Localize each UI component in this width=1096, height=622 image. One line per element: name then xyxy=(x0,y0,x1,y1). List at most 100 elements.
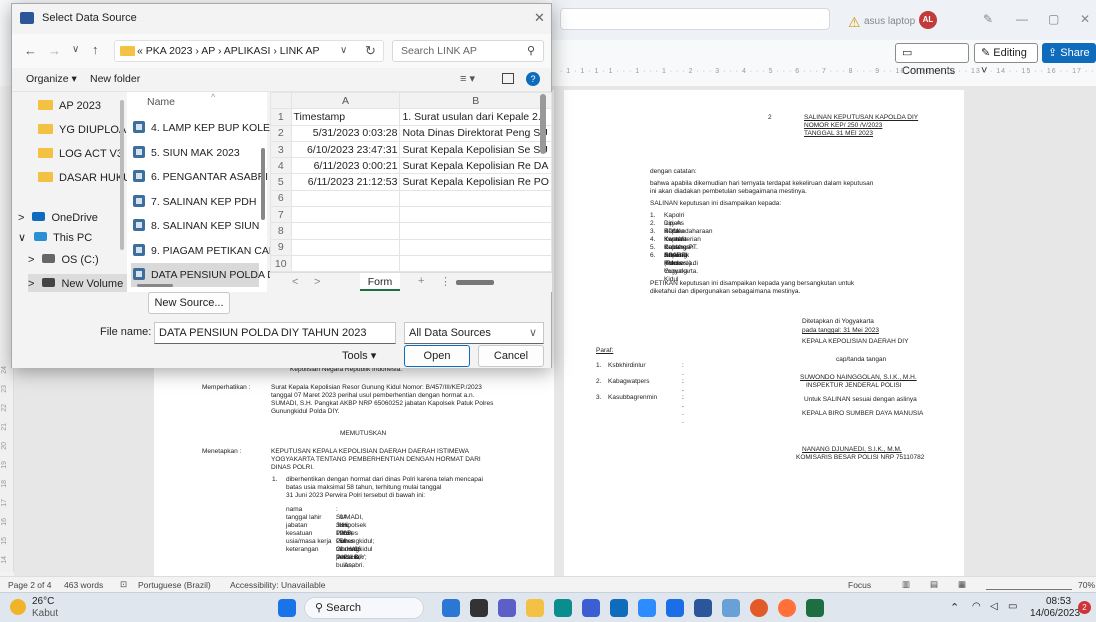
file-item[interactable]: 6. PENGANTAR ASABRI xyxy=(133,165,268,189)
bing-icon[interactable] xyxy=(442,599,460,617)
tray-chevron-icon[interactable]: ⌃ xyxy=(950,601,959,614)
more-icon[interactable]: ⋮ xyxy=(440,275,451,288)
word-search-bar[interactable] xyxy=(560,8,830,30)
file-item[interactable]: 5. SIUN MAK 2023 xyxy=(133,141,240,165)
prev-sheet-icon[interactable]: < xyxy=(292,276,298,288)
language[interactable]: Portuguese (Brazil) xyxy=(138,580,211,590)
cell[interactable] xyxy=(399,222,552,240)
row-header[interactable]: 6 xyxy=(270,189,292,208)
store-icon[interactable] xyxy=(610,599,628,617)
page-count[interactable]: Page 2 of 4 xyxy=(8,580,51,590)
cell[interactable] xyxy=(290,206,401,224)
select-all-corner[interactable] xyxy=(270,91,292,110)
close-icon[interactable]: ✕ xyxy=(534,10,545,26)
preview-pane-icon[interactable] xyxy=(502,73,514,84)
cell[interactable] xyxy=(290,254,401,273)
clock-date[interactable]: 14/06/2023 xyxy=(1030,608,1080,619)
chevron-icon[interactable]: ∨ xyxy=(18,232,26,244)
cell[interactable]: Timestamp xyxy=(290,108,401,126)
nav-tree-item[interactable]: > New Volume (I xyxy=(28,274,140,294)
warning-icon[interactable]: ⚠ xyxy=(848,14,861,31)
row-header[interactable]: 1 xyxy=(270,108,292,126)
web-layout-icon[interactable]: ▦ xyxy=(958,579,966,590)
forward-icon[interactable]: → xyxy=(48,43,61,58)
file-hscrollbar[interactable] xyxy=(137,284,173,287)
weather-text[interactable]: Kabut xyxy=(32,608,58,619)
help-icon[interactable]: ? xyxy=(526,72,540,86)
cell[interactable]: Nota Dinas Direktorat Peng SU xyxy=(399,124,552,142)
wifi-icon[interactable]: ◠ xyxy=(972,601,981,612)
windows-start-icon[interactable] xyxy=(278,599,296,617)
notification-badge[interactable]: 2 xyxy=(1078,601,1091,614)
chrome-icon[interactable] xyxy=(750,599,768,617)
comments-button[interactable]: ▭ Comments xyxy=(895,43,969,77)
word-count[interactable]: 463 words xyxy=(64,580,103,590)
temperature[interactable]: 26°C xyxy=(32,596,54,607)
zoom-icon[interactable] xyxy=(638,599,656,617)
back-icon[interactable]: ← xyxy=(24,43,37,58)
edge-icon[interactable] xyxy=(554,599,572,617)
messenger-icon[interactable] xyxy=(666,599,684,617)
weather-icon[interactable] xyxy=(10,599,26,615)
next-sheet-icon[interactable]: > xyxy=(314,276,320,288)
row-header[interactable]: 8 xyxy=(270,222,292,240)
close-word-button[interactable]: ✕ xyxy=(1080,12,1090,26)
cell[interactable] xyxy=(290,238,401,256)
print-layout-icon[interactable]: ▤ xyxy=(930,579,938,590)
nav-folder-item[interactable]: AP 2023 xyxy=(38,96,101,116)
cell[interactable]: 1. Surat usulan dari Kepale 2. I xyxy=(399,108,552,126)
address-bar[interactable]: « PKA 2023 › AP › APLIKASI › LINK AP ∨ ↻ xyxy=(114,40,384,62)
row-header[interactable]: 3 xyxy=(270,140,292,159)
chevron-icon[interactable]: > xyxy=(28,278,34,290)
name-column-header[interactable]: Name xyxy=(147,96,175,108)
nav-scrollbar[interactable] xyxy=(120,100,124,250)
cell[interactable]: 6/10/2023 23:47:31 xyxy=(290,140,401,159)
sheet-scrollbar[interactable] xyxy=(540,94,546,154)
nav-tree-item[interactable]: > OS (C:) xyxy=(28,250,99,270)
photos-icon[interactable] xyxy=(582,599,600,617)
nav-tree-item[interactable]: > OneDrive xyxy=(18,208,98,228)
cell[interactable]: 6/11/2023 21:12:53 xyxy=(290,173,401,191)
cell[interactable] xyxy=(290,189,401,208)
cell[interactable]: Surat Kepala Kepolisian Re DA xyxy=(399,157,552,175)
file-item[interactable]: 9. PIAGAM PETIKAN CANON xyxy=(133,239,292,263)
refresh-icon[interactable]: ↻ xyxy=(365,43,376,59)
editing-button[interactable]: ✎ Editing ˅ xyxy=(974,43,1038,77)
breadcrumb[interactable]: « PKA 2023 › AP › APLIKASI › LINK AP xyxy=(137,45,320,57)
chevron-icon[interactable]: > xyxy=(18,212,24,224)
cell[interactable] xyxy=(399,254,552,273)
row-header[interactable]: 5 xyxy=(270,173,292,191)
document-page-right[interactable]: 2 SALINAN KEPUTUSAN KAPOLDA DIY NOMOR KE… xyxy=(564,90,964,576)
organize-button[interactable]: Organize ▾ xyxy=(26,73,77,85)
volume-icon[interactable]: ◁ xyxy=(990,601,998,612)
zoom-level[interactable]: 70% xyxy=(1078,580,1095,590)
proofing-icon[interactable]: ⊡ xyxy=(120,579,127,590)
cancel-button[interactable]: Cancel xyxy=(478,345,544,367)
nav-folder-item[interactable]: LOG ACT V3 xyxy=(38,144,123,164)
chevron-down-icon[interactable]: ∨ xyxy=(340,45,347,56)
teams-icon[interactable] xyxy=(498,599,516,617)
column-header[interactable]: B xyxy=(399,91,552,110)
network-app-icon[interactable] xyxy=(722,599,740,617)
pen-icon[interactable]: ✎ xyxy=(983,12,993,26)
taskview-icon[interactable] xyxy=(470,599,488,617)
sheet-hscroll[interactable] xyxy=(456,280,494,285)
column-header[interactable]: A xyxy=(290,91,401,110)
row-header[interactable]: 9 xyxy=(270,238,292,256)
cell[interactable]: 6/11/2023 0:00:21 xyxy=(290,157,401,175)
taskbar-search[interactable]: ⚲ Search xyxy=(304,597,424,619)
new-source-button[interactable]: New Source... xyxy=(148,292,230,314)
recent-dropdown-icon[interactable]: ∨ xyxy=(72,44,79,55)
view-menu-icon[interactable]: ≡ ▾ xyxy=(460,72,475,85)
file-scrollbar[interactable] xyxy=(261,148,265,220)
cell[interactable]: Surat Kepala Kepolisian Re PO xyxy=(399,173,552,191)
minimize-button[interactable]: — xyxy=(1016,12,1028,26)
nav-folder-item[interactable]: DASAR HUKUM xyxy=(38,168,140,188)
focus-button[interactable]: Focus xyxy=(848,580,871,590)
clock-time[interactable]: 08:53 xyxy=(1046,596,1071,607)
file-item[interactable]: 4. LAMP KEP BUP KOLEKTIF xyxy=(133,116,293,140)
avatar[interactable]: AL xyxy=(919,11,937,29)
filter-dropdown[interactable]: All Data Sources ∨ xyxy=(404,322,544,344)
search-icon[interactable]: ⚲ xyxy=(527,44,535,57)
row-header[interactable]: 7 xyxy=(270,206,292,224)
